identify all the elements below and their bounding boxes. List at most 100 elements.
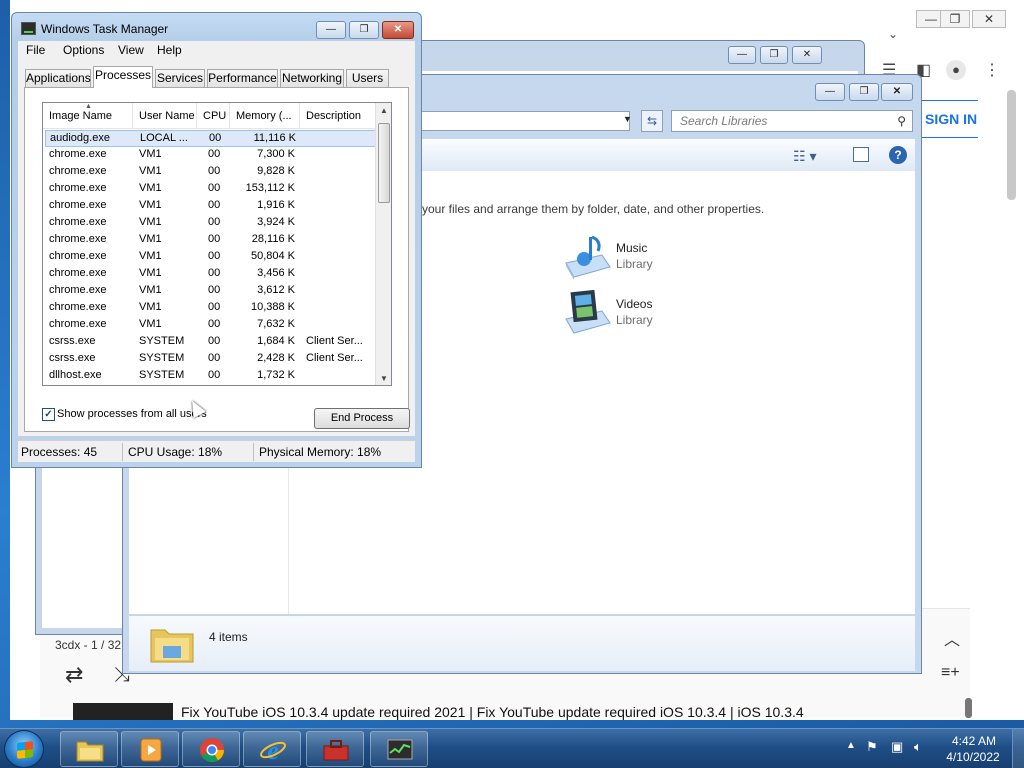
- show-desktop-button[interactable]: [1012, 729, 1024, 768]
- process-name: chrome.exe: [49, 182, 107, 194]
- taskbar-internet-explorer[interactable]: e: [243, 731, 301, 767]
- chrome-menu-icon[interactable]: ⋮: [984, 60, 1000, 80]
- explorer-close-button[interactable]: ✕: [881, 83, 913, 101]
- taskbar-media-player[interactable]: [121, 731, 179, 767]
- process-row[interactable]: chrome.exe VM1 00 7,632 K: [45, 317, 376, 334]
- toolbox-icon: [323, 740, 349, 761]
- column-user-name[interactable]: User Name: [133, 103, 197, 129]
- menu-options[interactable]: Options: [63, 43, 104, 57]
- menu-view[interactable]: View: [118, 43, 144, 57]
- start-button[interactable]: [4, 730, 44, 768]
- video-title[interactable]: Fix YouTube iOS 10.3.4 update required 2…: [181, 704, 806, 720]
- tab-performance[interactable]: Performance: [207, 69, 278, 87]
- taskbar-task-manager[interactable]: [370, 731, 428, 767]
- process-row[interactable]: chrome.exe VM1 00 153,112 K: [45, 181, 376, 198]
- tab-search-icon[interactable]: ⌄: [888, 27, 898, 41]
- process-row[interactable]: chrome.exe VM1 00 3,612 K: [45, 283, 376, 300]
- process-list[interactable]: ▲ Image Name User Name CPU Memory (... D…: [42, 102, 392, 386]
- taskbar-explorer[interactable]: [60, 731, 118, 767]
- add-to-queue-icon[interactable]: ≡+: [941, 664, 960, 682]
- taskbar-chrome[interactable]: [182, 731, 240, 767]
- task-manager-window: Windows Task Manager — ❐ ✕ File Options …: [11, 12, 422, 468]
- scroll-down-icon[interactable]: ▼: [380, 374, 388, 383]
- process-row[interactable]: audiodg.exe LOCAL ... 00 11,116 K: [45, 130, 376, 147]
- taskbar-toolbox[interactable]: [306, 731, 364, 767]
- action-center-icon[interactable]: ⚑: [866, 739, 878, 755]
- close-button[interactable]: ✕: [792, 46, 822, 64]
- column-image-name[interactable]: ▲ Image Name: [43, 103, 133, 129]
- repeat-icon[interactable]: ⇄: [65, 662, 83, 688]
- tab-networking[interactable]: Networking: [280, 69, 344, 87]
- libraries-folder-icon: [150, 629, 194, 663]
- process-row[interactable]: csrss.exe SYSTEM 00 1,684 K Client Ser...: [45, 334, 376, 351]
- maximize-button[interactable]: ❐: [760, 46, 788, 64]
- library-videos[interactable]: Videos Library: [562, 289, 692, 339]
- show-hidden-icons[interactable]: ▲: [846, 740, 856, 751]
- volume-icon[interactable]: 🔈︎: [914, 739, 922, 755]
- library-music[interactable]: Music Library: [562, 233, 692, 283]
- process-name: chrome.exe: [49, 318, 107, 330]
- profile-avatar[interactable]: ●: [946, 60, 966, 80]
- address-bar[interactable]: [413, 111, 630, 131]
- show-all-processes-checkbox[interactable]: ✓: [42, 408, 55, 421]
- process-cpu: 00: [208, 301, 221, 313]
- explorer-minimize-button[interactable]: —: [815, 83, 845, 101]
- process-row[interactable]: dllhost.exe SYSTEM 00 1,732 K: [45, 368, 376, 385]
- playlist-info: 3cdx - 1 / 32: [55, 638, 122, 652]
- close-button[interactable]: ✕: [382, 21, 414, 39]
- process-row[interactable]: chrome.exe VM1 00 3,456 K: [45, 266, 376, 283]
- search-icon[interactable]: ⚲: [897, 111, 906, 131]
- minimize-button[interactable]: —: [316, 21, 346, 39]
- details-pane: 4 items: [129, 615, 915, 671]
- column-memory[interactable]: Memory (...: [230, 103, 300, 129]
- process-user: VM1: [139, 182, 162, 194]
- process-name: chrome.exe: [49, 148, 107, 160]
- process-user: VM1: [139, 284, 162, 296]
- help-icon[interactable]: ?: [889, 146, 907, 164]
- chrome-maximize-button[interactable]: ❐: [940, 10, 970, 28]
- explorer-maximize-button[interactable]: ❐: [849, 83, 879, 101]
- process-memory: 9,828 K: [257, 165, 295, 177]
- scroll-up-icon[interactable]: ▲: [380, 106, 388, 115]
- change-view-icon[interactable]: ☷ ▾: [793, 148, 816, 165]
- chrome-close-button[interactable]: ✕: [972, 10, 1006, 28]
- process-row[interactable]: chrome.exe VM1 00 7,300 K: [45, 147, 376, 164]
- tab-processes[interactable]: Processes: [93, 66, 153, 88]
- preview-pane-icon[interactable]: [853, 147, 869, 162]
- status-divider: [122, 443, 123, 461]
- tab-services[interactable]: Services: [155, 69, 205, 87]
- column-description[interactable]: Description: [300, 103, 376, 129]
- process-row[interactable]: chrome.exe VM1 00 50,804 K: [45, 249, 376, 266]
- playlist-scrollbar[interactable]: [965, 698, 972, 718]
- process-row[interactable]: chrome.exe VM1 00 1,916 K: [45, 198, 376, 215]
- process-row[interactable]: csrss.exe SYSTEM 00 2,428 K Client Ser...: [45, 351, 376, 368]
- scroll-thumb[interactable]: [378, 123, 390, 203]
- tab-applications[interactable]: Applications: [25, 69, 91, 87]
- tab-users[interactable]: Users: [346, 69, 389, 87]
- network-icon[interactable]: ▣: [891, 739, 903, 755]
- collapse-playlist-icon[interactable]: ︿: [944, 626, 960, 650]
- process-row[interactable]: chrome.exe VM1 00 3,924 K: [45, 215, 376, 232]
- maximize-button[interactable]: ❐: [349, 21, 379, 39]
- process-row[interactable]: chrome.exe VM1 00 28,116 K: [45, 232, 376, 249]
- menu-file[interactable]: File: [26, 43, 45, 57]
- clock-date[interactable]: 4/10/2022: [940, 750, 1006, 764]
- address-dropdown-icon[interactable]: ▼: [623, 114, 632, 124]
- sign-in-button[interactable]: SIGN IN: [918, 100, 978, 138]
- end-process-button[interactable]: End Process: [314, 408, 410, 429]
- menu-help[interactable]: Help: [157, 43, 182, 57]
- process-row[interactable]: chrome.exe VM1 00 9,828 K: [45, 164, 376, 181]
- process-memory: 2,428 K: [257, 352, 295, 364]
- video-thumbnail[interactable]: [73, 703, 173, 720]
- process-cpu: 00: [208, 233, 221, 245]
- refresh-icon[interactable]: ⇆: [641, 110, 663, 132]
- process-name: chrome.exe: [49, 165, 107, 177]
- page-scrollbar[interactable]: [1007, 90, 1016, 200]
- clock-time[interactable]: 4:42 AM: [944, 734, 1004, 748]
- minimize-button[interactable]: —: [728, 46, 756, 64]
- process-memory: 3,612 K: [257, 284, 295, 296]
- process-list-scrollbar[interactable]: ▲ ▼: [375, 103, 391, 385]
- column-cpu[interactable]: CPU: [197, 103, 230, 129]
- process-row[interactable]: chrome.exe VM1 00 10,388 K: [45, 300, 376, 317]
- search-input[interactable]: Search Libraries ⚲: [671, 110, 913, 132]
